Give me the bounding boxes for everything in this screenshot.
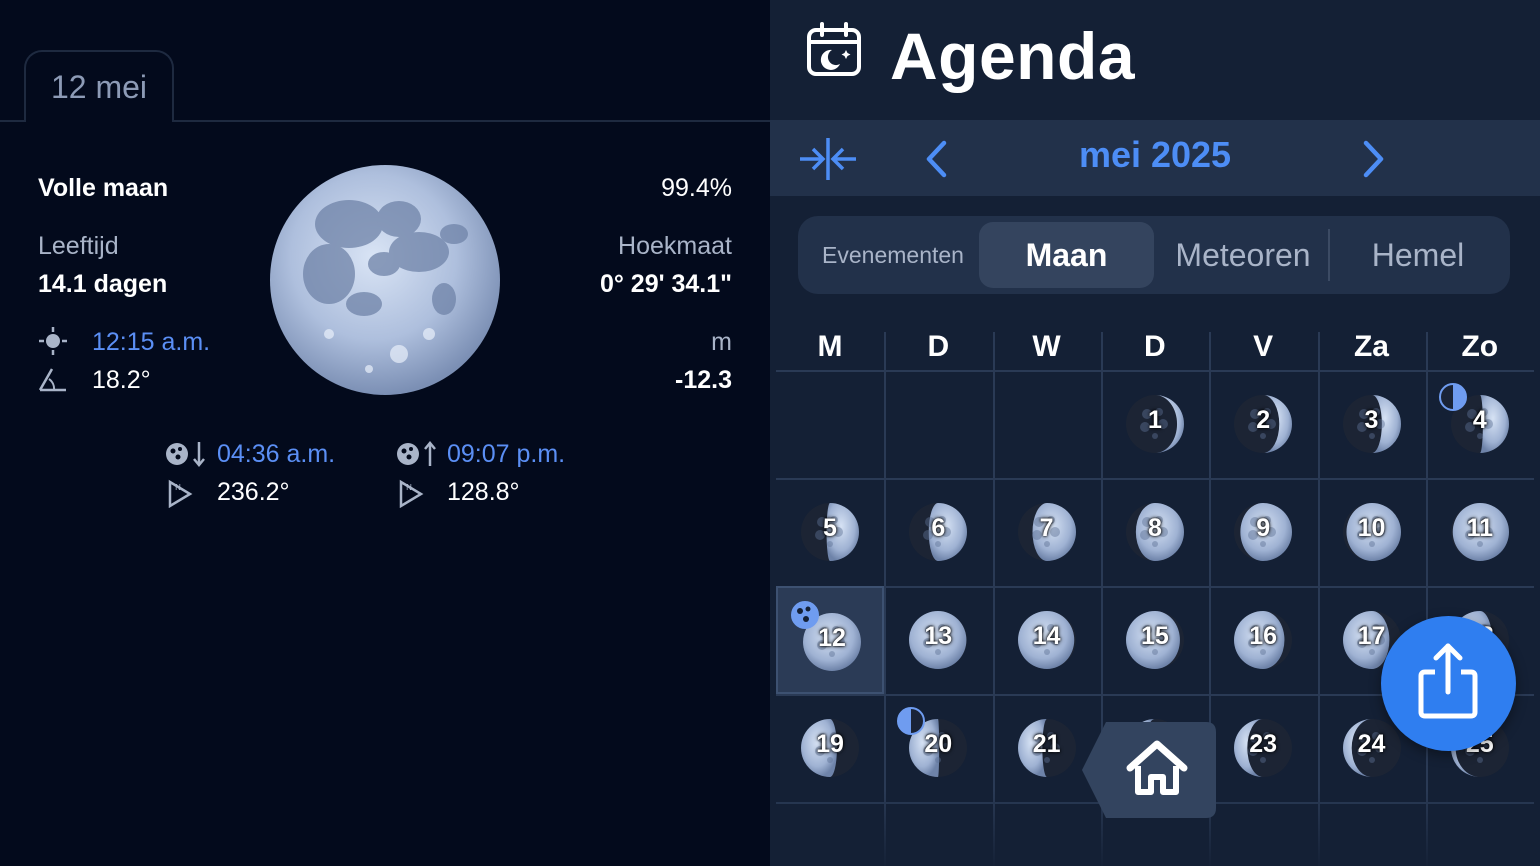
day-number: 9 xyxy=(1256,514,1271,542)
moonset-icon xyxy=(166,442,205,467)
day-number: 13 xyxy=(924,622,953,650)
agenda-header: Agenda xyxy=(770,0,1540,120)
tab-maan[interactable]: Maan xyxy=(979,216,1154,294)
transit-icon xyxy=(39,327,67,355)
home-icon xyxy=(1082,722,1216,818)
moonrise-azimuth: 128.8° xyxy=(447,478,520,506)
day-number: 8 xyxy=(1147,514,1162,542)
month-label: mei 2025 xyxy=(1078,134,1232,175)
day-number: 4 xyxy=(1472,406,1487,434)
page-title: Agenda xyxy=(890,19,1136,93)
calendar-day[interactable]: 10 xyxy=(1318,478,1426,586)
angular-size-value: 0° 29' 34.1" xyxy=(599,270,732,298)
transit-altitude: 18.2° xyxy=(92,366,151,394)
full-moon-image xyxy=(270,165,500,395)
tab-bar: Evenementen Maan Meteoren Hemel xyxy=(798,216,1510,294)
day-number: 19 xyxy=(816,730,844,758)
day-number: 2 xyxy=(1256,406,1271,434)
day-number: 3 xyxy=(1364,406,1379,434)
calendar-day[interactable]: 3 xyxy=(1318,370,1426,478)
calendar-day[interactable]: 23 xyxy=(1209,694,1317,802)
svg-text:N: N xyxy=(175,483,181,492)
tab-evenementen[interactable]: Evenementen xyxy=(808,216,978,294)
collapse-arrows-icon[interactable] xyxy=(798,136,858,182)
share-button[interactable] xyxy=(1381,616,1516,751)
calendar-day[interactable]: 13 xyxy=(884,586,992,694)
tab-separator xyxy=(1328,229,1330,281)
month-navigation: mei 2025 xyxy=(770,120,1540,196)
weekday-label: Zo xyxy=(1461,330,1499,363)
day-number: 16 xyxy=(1249,622,1278,650)
calendar-day[interactable]: 11 xyxy=(1426,478,1534,586)
calendar-day[interactable]: 14 xyxy=(993,586,1101,694)
calendar-day[interactable]: 2 xyxy=(1209,370,1317,478)
age-value: 14.1 dagen xyxy=(38,270,168,298)
day-number: 11 xyxy=(1466,514,1494,542)
moonset-time: 04:36 a.m. xyxy=(217,440,336,468)
weekday-label: Za xyxy=(1353,330,1389,363)
magnitude-label: m xyxy=(711,328,732,356)
day-number: 15 xyxy=(1140,622,1169,650)
day-number: 23 xyxy=(1249,730,1278,758)
azimuth-icon-rise: N xyxy=(399,479,424,508)
magnitude-value: -12.3 xyxy=(675,366,732,394)
calendar-day[interactable]: 16 xyxy=(1209,586,1317,694)
calendar-day[interactable]: 19 xyxy=(776,694,884,802)
illumination-value: 99.4% xyxy=(661,174,732,202)
weekday-label: W xyxy=(1032,330,1061,363)
calendar-day[interactable]: 15 xyxy=(1101,586,1209,694)
age-label: Leeftijd xyxy=(38,232,119,260)
calendar-day[interactable]: 7 xyxy=(993,478,1101,586)
day-number: 20 xyxy=(924,730,953,758)
phase-name: Volle maan xyxy=(38,174,169,202)
weekday-label: V xyxy=(1253,330,1274,363)
weekday-label: D xyxy=(1144,330,1166,363)
weekday-label: D xyxy=(927,330,950,363)
calendar-day[interactable]: 4 xyxy=(1426,370,1534,478)
date-tab[interactable]: 12 mei xyxy=(24,50,174,122)
calendar-day[interactable]: 9 xyxy=(1209,478,1317,586)
calendar-day[interactable]: 1 xyxy=(1101,370,1209,478)
day-number: 1 xyxy=(1147,406,1162,434)
app-root: 12 mei Volle maan 99.4% Leeftijd 14.1 da… xyxy=(0,0,1540,866)
day-number: 7 xyxy=(1039,514,1054,542)
calendar-day[interactable]: 5 xyxy=(776,478,884,586)
home-button[interactable] xyxy=(1082,722,1218,818)
calendar-day[interactable]: 12 xyxy=(776,586,884,694)
calendar-moon-icon xyxy=(807,22,861,76)
moonrise-time: 09:07 p.m. xyxy=(447,440,566,468)
day-number: 6 xyxy=(931,514,946,542)
altitude-icon xyxy=(38,368,66,392)
share-icon xyxy=(1418,643,1478,719)
svg-text:N: N xyxy=(406,483,412,492)
agenda-panel: Agenda mei 2025 Evenementen Maan Meteore… xyxy=(770,0,1540,866)
moonrise-icon xyxy=(397,441,436,466)
weekday-label: M xyxy=(817,330,843,363)
tab-meteoren[interactable]: Meteoren xyxy=(1158,216,1328,294)
chevron-left-icon[interactable] xyxy=(924,140,950,178)
moon-detail-panel: 12 mei Volle maan 99.4% Leeftijd 14.1 da… xyxy=(0,0,770,866)
tab-hemel[interactable]: Hemel xyxy=(1333,216,1503,294)
day-number: 10 xyxy=(1357,514,1386,542)
chevron-right-icon[interactable] xyxy=(1360,140,1386,178)
day-number: 12 xyxy=(818,624,846,652)
calendar-day[interactable]: 6 xyxy=(884,478,992,586)
calendar-day[interactable]: 20 xyxy=(884,694,992,802)
transit-time: 12:15 a.m. xyxy=(92,328,211,356)
day-number: 5 xyxy=(823,514,837,542)
moonset-azimuth: 236.2° xyxy=(217,478,290,506)
angular-size-label: Hoekmaat xyxy=(618,232,732,260)
calendar-day[interactable]: 8 xyxy=(1101,478,1209,586)
day-number: 14 xyxy=(1032,622,1061,650)
azimuth-icon-set: N xyxy=(168,479,193,508)
